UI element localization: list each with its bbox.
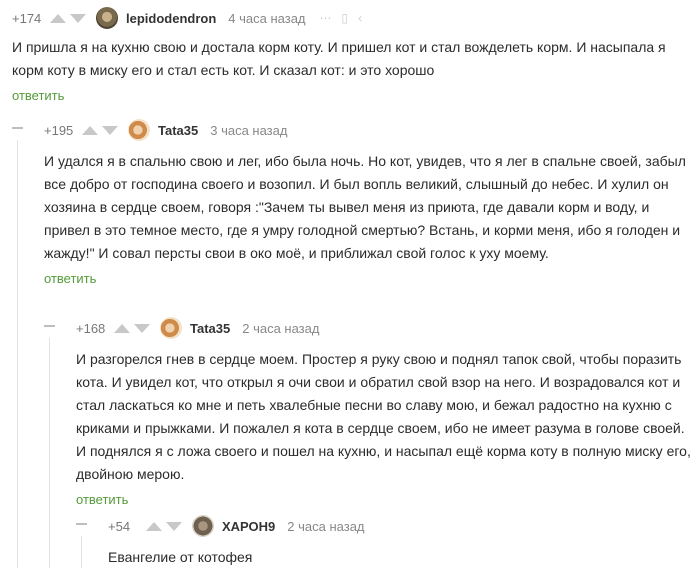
upvote-icon[interactable] — [82, 125, 98, 135]
comment-text: И пришла я на кухню свою и достала корм … — [12, 39, 666, 78]
upvote-icon[interactable] — [114, 323, 130, 333]
thread-line — [49, 338, 50, 568]
comment-header: +168 Tata35 2 часа назад — [62, 310, 700, 346]
comment-time[interactable]: 2 часа назад — [287, 519, 364, 534]
comment-time[interactable]: 2 часа назад — [242, 321, 319, 336]
avatar[interactable] — [160, 317, 182, 339]
comment-author[interactable]: lepidodendron — [126, 11, 216, 26]
avatar[interactable] — [192, 515, 214, 537]
thread-line — [17, 140, 18, 568]
downvote-icon[interactable] — [70, 13, 86, 23]
comment-text: И разгорелся гнев в сердце моем. Простер… — [76, 351, 691, 482]
collapse-thread-icon[interactable] — [44, 325, 55, 327]
comment: +54 ХАРОН9 2 часа назад Евангелие от кот… — [94, 508, 700, 568]
reply-link[interactable]: ответить — [76, 492, 128, 507]
save-icon[interactable]: ▯ — [342, 11, 349, 25]
comment-tools: ⋯ ▯ ‹ — [320, 11, 363, 25]
upvote-icon[interactable] — [50, 13, 66, 23]
comment-header: +54 ХАРОН9 2 часа назад — [94, 508, 700, 544]
vote-controls — [82, 125, 118, 135]
downvote-icon[interactable] — [166, 521, 182, 531]
comment-rating: +54 — [108, 518, 131, 534]
comment-rating: +195 — [44, 122, 74, 138]
comment-author[interactable]: Tata35 — [158, 123, 198, 138]
downvote-icon[interactable] — [134, 323, 150, 333]
comment-text: И удался я в спальню свою и лег, ибо был… — [44, 153, 686, 261]
reply-link[interactable]: ответить — [12, 88, 64, 103]
vote-controls — [114, 323, 150, 333]
comment-header: +195 Tata35 3 часа назад — [30, 112, 700, 148]
collapse-thread-icon[interactable] — [76, 523, 87, 525]
avatar[interactable] — [128, 119, 150, 141]
comment-text: Евангелие от котофея — [108, 549, 253, 565]
comment-rating: +174 — [12, 10, 42, 26]
downvote-icon[interactable] — [102, 125, 118, 135]
comment-author[interactable]: ХАРОН9 — [222, 519, 275, 534]
comment: +174 lepidodendron 4 часа назад ⋯ ▯ ‹ И … — [0, 0, 700, 105]
more-icon[interactable]: ‹ — [358, 11, 362, 25]
comment-author[interactable]: Tata35 — [190, 321, 230, 336]
vote-controls — [146, 521, 182, 531]
upvote-icon[interactable] — [146, 521, 162, 531]
comment-time[interactable]: 4 часа назад — [228, 11, 305, 26]
comment-time[interactable]: 3 часа назад — [210, 123, 287, 138]
reply-link[interactable]: ответить — [44, 271, 96, 286]
collapse-thread-icon[interactable] — [12, 127, 23, 129]
vote-controls — [50, 13, 86, 23]
comment: +195 Tata35 3 часа назад И удался я в сп… — [30, 112, 700, 288]
comment-rating: +168 — [76, 320, 106, 336]
comment: +168 Tata35 2 часа назад И разгорелся гн… — [62, 310, 700, 509]
avatar[interactable] — [96, 7, 118, 29]
thread-line — [81, 536, 82, 568]
share-icon[interactable]: ⋯ — [320, 11, 332, 25]
comment-header: +174 lepidodendron 4 часа назад ⋯ ▯ ‹ — [0, 0, 700, 36]
